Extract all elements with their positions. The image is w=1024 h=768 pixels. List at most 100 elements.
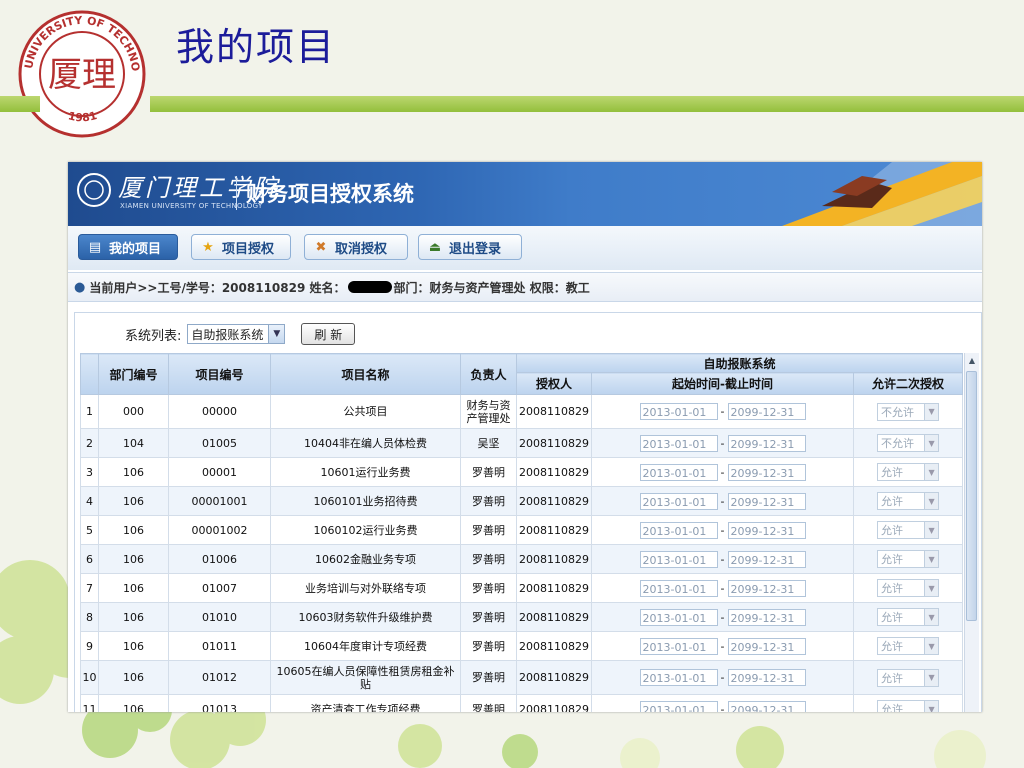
user-remove-icon: ✖ (315, 239, 327, 255)
project-name: 1060101业务招待费 (270, 486, 461, 516)
start-date-input[interactable]: 2013-01-01 (639, 434, 718, 452)
start-date-input[interactable]: 2013-01-01 (639, 669, 718, 686)
end-date-input[interactable]: 2099-12-31 (727, 463, 806, 481)
project-owner: 罗善明 (460, 515, 517, 545)
chevron-down-icon: ▼ (924, 609, 939, 625)
start-date-input[interactable]: 2013-01-01 (639, 579, 718, 597)
system-select[interactable]: 自助报账系统 ▼ (187, 324, 286, 344)
app-window: 厦门理工学院 XIAMEN UNIVERSITY OF TECHNOLOGY 财… (68, 162, 982, 712)
col-allow: 允许二次授权 (852, 372, 964, 395)
scroll-up-icon[interactable]: ▲ (965, 353, 979, 367)
end-date-input[interactable]: 2099-12-31 (727, 700, 806, 712)
refresh-button[interactable]: 刷 新 (301, 323, 356, 345)
date-separator: - (720, 552, 725, 566)
grantee-id: 2008110829 (516, 544, 592, 574)
end-date-input[interactable]: 2099-12-31 (727, 637, 806, 655)
page-title: 我的项目 (176, 25, 337, 69)
grantee-id: 2008110829 (516, 457, 592, 487)
user-info-suffix: 部门：财务与资产管理处 权限：教工 (393, 280, 590, 295)
allow-cell: 允许 ▼ (852, 631, 964, 661)
table-row: 2 104 01005 10404非在编人员体检费 吴坚 2008110829 2013-0… (80, 428, 964, 458)
title-band (150, 96, 1024, 112)
end-date-input[interactable]: 2099-12-31 (727, 550, 806, 568)
start-date-input[interactable]: 2013-01-01 (639, 492, 718, 510)
allow-select[interactable]: 允许 ▼ (877, 463, 940, 481)
project-code: 00001001 (168, 486, 271, 516)
end-date-input[interactable]: 2099-12-31 (727, 521, 806, 539)
allow-select[interactable]: 允许 ▼ (877, 668, 940, 687)
project-name: 10605在编人员保障性租赁房租金补贴 (270, 660, 461, 695)
start-date-input[interactable]: 2013-01-01 (639, 550, 718, 568)
date-separator: - (720, 671, 725, 684)
start-date-input[interactable]: 2013-01-01 (639, 403, 718, 420)
date-separator: - (720, 494, 725, 508)
allow-cell: 允许 ▼ (852, 544, 964, 574)
project-code: 01010 (168, 602, 271, 632)
allow-select[interactable]: 允许 ▼ (877, 608, 940, 626)
allow-select-value: 不允许 (881, 405, 915, 419)
period-cell: 2013-01-01-2099-12-31 (591, 457, 854, 487)
project-name: 10404非在编人员体检费 (270, 428, 461, 458)
allow-select-value: 允许 (881, 582, 904, 595)
grantee-id: 2008110829 (516, 694, 592, 712)
allow-select[interactable]: 允许 ▼ (877, 700, 940, 712)
allow-select[interactable]: 允许 ▼ (877, 550, 940, 568)
dept-code: 000 (98, 394, 169, 429)
start-date-input[interactable]: 2013-01-01 (639, 637, 718, 655)
nav-my-projects-button[interactable]: ▤ 我的项目 (78, 234, 178, 260)
dept-code: 106 (98, 694, 169, 712)
allow-select[interactable]: 不允许 ▼ (877, 434, 940, 452)
row-index: 5 (80, 515, 99, 545)
allow-select[interactable]: 允许 ▼ (877, 492, 940, 510)
date-separator: - (720, 523, 725, 537)
chevron-down-icon: ▼ (268, 325, 285, 343)
nav-grant-button[interactable]: ★ 项目授权 (191, 234, 291, 260)
end-date-input[interactable]: 2099-12-31 (727, 669, 806, 686)
allow-select[interactable]: 允许 ▼ (877, 521, 940, 539)
project-name: 1060102运行业务费 (270, 515, 461, 545)
start-date-input[interactable]: 2013-01-01 (639, 521, 718, 539)
table-scrollbar[interactable]: ▲ (964, 353, 979, 712)
start-date-input[interactable]: 2013-01-01 (639, 608, 718, 626)
end-date-input[interactable]: 2099-12-31 (727, 403, 806, 420)
col-index (80, 353, 99, 395)
end-date-input[interactable]: 2099-12-31 (727, 434, 806, 452)
period-cell: 2013-01-01-2099-12-31 (591, 631, 854, 661)
nav-revoke-button[interactable]: ✖ 取消授权 (304, 234, 408, 260)
grantee-id: 2008110829 (516, 486, 592, 516)
system-select-value: 自助报账系统 (191, 327, 264, 342)
allow-select-value: 允许 (881, 671, 904, 685)
allow-select[interactable]: 允许 ▼ (877, 637, 940, 655)
grantee-id: 2008110829 (516, 573, 592, 603)
dept-code: 104 (98, 428, 169, 458)
col-owner: 负责人 (460, 353, 517, 395)
grantee-id: 2008110829 (516, 631, 592, 661)
start-date-input[interactable]: 2013-01-01 (639, 463, 718, 481)
allow-cell: 允许 ▼ (852, 660, 964, 695)
chevron-down-icon: ▼ (924, 551, 939, 567)
scroll-thumb[interactable] (966, 371, 977, 621)
start-date-input[interactable]: 2013-01-01 (639, 700, 718, 712)
end-date-input[interactable]: 2099-12-31 (727, 492, 806, 510)
period-cell: 2013-01-01-2099-12-31 (591, 573, 854, 603)
project-owner: 罗善明 (460, 694, 517, 712)
date-separator: - (720, 702, 725, 713)
allow-cell: 允许 ▼ (852, 486, 964, 516)
user-info-prefix: 当前用户>>工号/学号：2008110829 姓名： (89, 280, 346, 295)
project-owner: 罗善明 (460, 660, 517, 695)
header-divider (236, 176, 237, 210)
date-separator: - (720, 610, 725, 624)
dept-code: 106 (98, 515, 169, 545)
end-date-input[interactable]: 2099-12-31 (727, 608, 806, 626)
project-name: 10602金融业务专项 (270, 544, 461, 574)
period-cell: 2013-01-01-2099-12-31 (591, 394, 854, 429)
date-separator: - (720, 581, 725, 595)
end-date-input[interactable]: 2099-12-31 (727, 579, 806, 597)
project-code: 01012 (168, 660, 271, 695)
chevron-down-icon: ▼ (924, 435, 939, 451)
nav-logout-button[interactable]: ⏏ 退出登录 (418, 234, 522, 260)
table-row: 10 106 01012 10605在编人员保障性租赁房租金补贴 罗善明 20081108… (80, 660, 964, 695)
project-name: 资产清查工作专项经费 (270, 694, 461, 712)
allow-select[interactable]: 不允许 ▼ (877, 402, 940, 421)
allow-select[interactable]: 允许 ▼ (877, 579, 940, 597)
